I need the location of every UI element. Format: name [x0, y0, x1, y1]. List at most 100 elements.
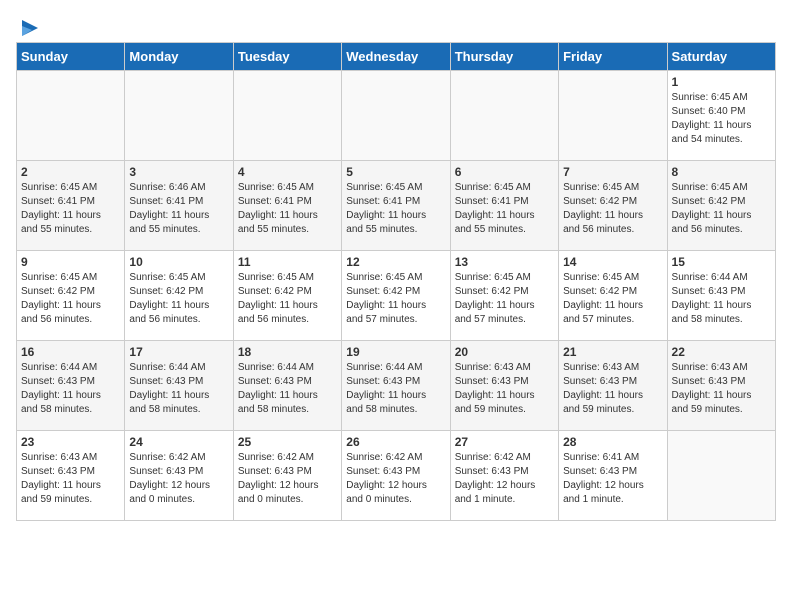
calendar-cell: 25Sunrise: 6:42 AM Sunset: 6:43 PM Dayli…	[233, 431, 341, 521]
day-number: 16	[21, 345, 120, 359]
day-header-tuesday: Tuesday	[233, 43, 341, 71]
day-header-sunday: Sunday	[17, 43, 125, 71]
calendar-cell: 15 Sunrise: 6:44 AM Sunset: 6:43 PM Dayli…	[667, 251, 775, 341]
calendar-cell: 11 Sunrise: 6:45 AM Sunset: 6:42 PM Dayli…	[233, 251, 341, 341]
calendar-cell: 23Sunrise: 6:43 AM Sunset: 6:43 PM Dayli…	[17, 431, 125, 521]
day-number: 28	[563, 435, 662, 449]
day-info: Sunrise: 6:44 AM Sunset: 6:43 PM Dayligh…	[238, 361, 337, 417]
day-info: Sunrise: 6:45 AM Sunset: 6:40 PM Dayligh…	[672, 91, 771, 147]
day-number: 25	[238, 435, 337, 449]
day-number: 2	[21, 165, 120, 179]
week-row-0: 1 Sunrise: 6:45 AM Sunset: 6:40 PM Daylig…	[17, 71, 776, 161]
day-info: Sunrise: 6:45 AM Sunset: 6:42 PM Dayligh…	[238, 271, 337, 327]
day-info: Sunrise: 6:45 AM Sunset: 6:42 PM Dayligh…	[563, 181, 662, 237]
calendar-cell	[450, 71, 558, 161]
calendar-cell: 28 Sunrise: 6:41 AM Sunset: 6:43 PM Dayli…	[559, 431, 667, 521]
calendar-cell	[667, 431, 775, 521]
day-number: 4	[238, 165, 337, 179]
week-row-2: 9 Sunrise: 6:45 AM Sunset: 6:42 PM Daylig…	[17, 251, 776, 341]
day-info: Sunrise: 6:45 AM Sunset: 6:42 PM Dayligh…	[672, 181, 771, 237]
day-info: Sunrise: 6:42 AM Sunset: 6:43 PM Dayligh…	[346, 451, 445, 507]
day-number: 3	[129, 165, 228, 179]
day-number: 22	[672, 345, 771, 359]
day-number: 27	[455, 435, 554, 449]
day-number: 24	[129, 435, 228, 449]
calendar-cell: 16 Sunrise: 6:44 AM Sunset: 6:43 PM Dayli…	[17, 341, 125, 431]
logo	[16, 16, 42, 34]
calendar-cell: 1 Sunrise: 6:45 AM Sunset: 6:40 PM Daylig…	[667, 71, 775, 161]
calendar-cell: 6Sunrise: 6:45 AM Sunset: 6:41 PM Daylig…	[450, 161, 558, 251]
calendar-cell: 12 Sunrise: 6:45 AM Sunset: 6:42 PM Dayli…	[342, 251, 450, 341]
day-number: 1	[672, 75, 771, 89]
calendar-cell: 8 Sunrise: 6:45 AM Sunset: 6:42 PM Daylig…	[667, 161, 775, 251]
calendar-cell: 7 Sunrise: 6:45 AM Sunset: 6:42 PM Daylig…	[559, 161, 667, 251]
calendar-cell: 2 Sunrise: 6:45 AM Sunset: 6:41 PM Daylig…	[17, 161, 125, 251]
day-number: 26	[346, 435, 445, 449]
calendar-cell: 4 Sunrise: 6:45 AM Sunset: 6:41 PM Daylig…	[233, 161, 341, 251]
day-info: Sunrise: 6:44 AM Sunset: 6:43 PM Dayligh…	[672, 271, 771, 327]
calendar-cell: 5 Sunrise: 6:45 AM Sunset: 6:41 PM Daylig…	[342, 161, 450, 251]
day-header-monday: Monday	[125, 43, 233, 71]
calendar-cell: 17 Sunrise: 6:44 AM Sunset: 6:43 PM Dayli…	[125, 341, 233, 431]
day-info: Sunrise: 6:45 AM Sunset: 6:42 PM Dayligh…	[346, 271, 445, 327]
week-row-1: 2 Sunrise: 6:45 AM Sunset: 6:41 PM Daylig…	[17, 161, 776, 251]
day-info: Sunrise: 6:46 AM Sunset: 6:41 PM Dayligh…	[129, 181, 228, 237]
day-info: Sunrise: 6:42 AM Sunset: 6:43 PM Dayligh…	[455, 451, 554, 507]
week-row-4: 23Sunrise: 6:43 AM Sunset: 6:43 PM Dayli…	[17, 431, 776, 521]
calendar-cell	[17, 71, 125, 161]
day-number: 9	[21, 255, 120, 269]
day-number: 17	[129, 345, 228, 359]
day-info: Sunrise: 6:45 AM Sunset: 6:41 PM Dayligh…	[346, 181, 445, 237]
day-header-thursday: Thursday	[450, 43, 558, 71]
day-number: 15	[672, 255, 771, 269]
day-info: Sunrise: 6:41 AM Sunset: 6:43 PM Dayligh…	[563, 451, 662, 507]
day-info: Sunrise: 6:45 AM Sunset: 6:42 PM Dayligh…	[455, 271, 554, 327]
day-header-saturday: Saturday	[667, 43, 775, 71]
day-info: Sunrise: 6:43 AM Sunset: 6:43 PM Dayligh…	[672, 361, 771, 417]
calendar-cell	[342, 71, 450, 161]
day-info: Sunrise: 6:45 AM Sunset: 6:41 PM Dayligh…	[21, 181, 120, 237]
day-number: 6	[455, 165, 554, 179]
day-header-wednesday: Wednesday	[342, 43, 450, 71]
day-info: Sunrise: 6:44 AM Sunset: 6:43 PM Dayligh…	[346, 361, 445, 417]
day-number: 8	[672, 165, 771, 179]
day-number: 21	[563, 345, 662, 359]
day-info: Sunrise: 6:45 AM Sunset: 6:42 PM Dayligh…	[21, 271, 120, 327]
day-number: 13	[455, 255, 554, 269]
day-info: Sunrise: 6:42 AM Sunset: 6:43 PM Dayligh…	[129, 451, 228, 507]
calendar-cell: 20 Sunrise: 6:43 AM Sunset: 6:43 PM Dayli…	[450, 341, 558, 431]
week-row-3: 16 Sunrise: 6:44 AM Sunset: 6:43 PM Dayli…	[17, 341, 776, 431]
calendar-cell: 21 Sunrise: 6:43 AM Sunset: 6:43 PM Dayli…	[559, 341, 667, 431]
calendar-cell	[559, 71, 667, 161]
day-info: Sunrise: 6:44 AM Sunset: 6:43 PM Dayligh…	[129, 361, 228, 417]
day-number: 11	[238, 255, 337, 269]
day-number: 14	[563, 255, 662, 269]
calendar-table: SundayMondayTuesdayWednesdayThursdayFrid…	[16, 42, 776, 521]
day-number: 7	[563, 165, 662, 179]
calendar-cell: 9 Sunrise: 6:45 AM Sunset: 6:42 PM Daylig…	[17, 251, 125, 341]
calendar-cell: 3 Sunrise: 6:46 AM Sunset: 6:41 PM Daylig…	[125, 161, 233, 251]
calendar-cell: 13 Sunrise: 6:45 AM Sunset: 6:42 PM Dayli…	[450, 251, 558, 341]
day-number: 23	[21, 435, 120, 449]
day-info: Sunrise: 6:44 AM Sunset: 6:43 PM Dayligh…	[21, 361, 120, 417]
logo-icon	[18, 16, 42, 40]
day-info: Sunrise: 6:45 AM Sunset: 6:41 PM Dayligh…	[238, 181, 337, 237]
day-number: 19	[346, 345, 445, 359]
day-info: Sunrise: 6:43 AM Sunset: 6:43 PM Dayligh…	[563, 361, 662, 417]
calendar-cell	[125, 71, 233, 161]
day-number: 20	[455, 345, 554, 359]
calendar-cell: 26 Sunrise: 6:42 AM Sunset: 6:43 PM Dayli…	[342, 431, 450, 521]
calendar-cell: 14 Sunrise: 6:45 AM Sunset: 6:42 PM Dayli…	[559, 251, 667, 341]
calendar-cell: 18Sunrise: 6:44 AM Sunset: 6:43 PM Dayli…	[233, 341, 341, 431]
header	[16, 16, 776, 34]
calendar-cell: 27 Sunrise: 6:42 AM Sunset: 6:43 PM Dayli…	[450, 431, 558, 521]
calendar-cell: 22 Sunrise: 6:43 AM Sunset: 6:43 PM Dayli…	[667, 341, 775, 431]
day-info: Sunrise: 6:43 AM Sunset: 6:43 PM Dayligh…	[455, 361, 554, 417]
day-info: Sunrise: 6:45 AM Sunset: 6:42 PM Dayligh…	[563, 271, 662, 327]
calendar-cell: 24 Sunrise: 6:42 AM Sunset: 6:43 PM Dayli…	[125, 431, 233, 521]
calendar-cell: 19 Sunrise: 6:44 AM Sunset: 6:43 PM Dayli…	[342, 341, 450, 431]
day-number: 5	[346, 165, 445, 179]
calendar-cell: 10Sunrise: 6:45 AM Sunset: 6:42 PM Dayli…	[125, 251, 233, 341]
day-number: 12	[346, 255, 445, 269]
day-header-friday: Friday	[559, 43, 667, 71]
